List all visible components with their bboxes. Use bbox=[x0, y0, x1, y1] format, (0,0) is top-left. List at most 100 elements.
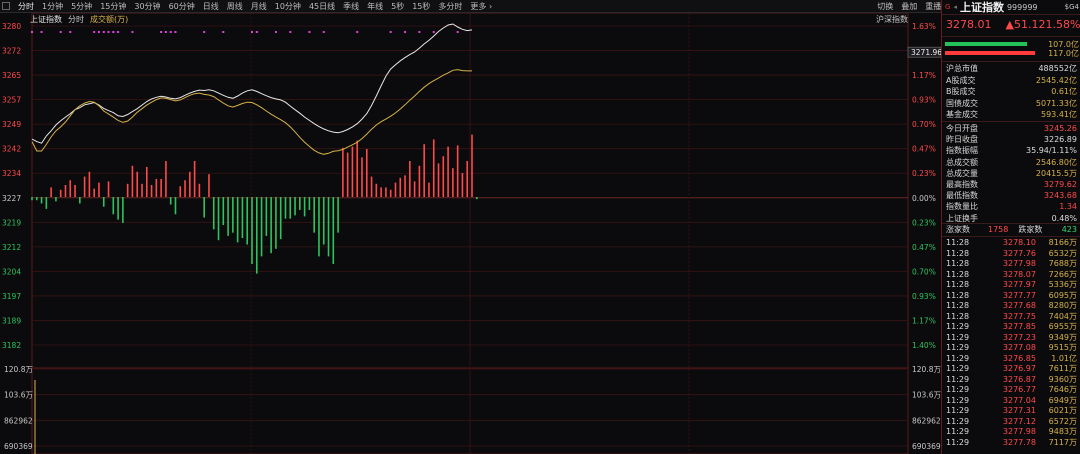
index-name: 上证指数 bbox=[959, 1, 1004, 14]
last-price: 3278.01 bbox=[946, 18, 992, 31]
flow-bar bbox=[945, 51, 1035, 55]
price-tick-label: 3189 bbox=[2, 316, 21, 325]
buy-mark bbox=[31, 31, 33, 33]
stat-row: 今日开盘 3245.26 bbox=[946, 123, 1077, 134]
time-mode-label[interactable]: 分时 bbox=[68, 14, 84, 25]
pct-tick-label: 0.70% bbox=[912, 120, 936, 129]
tick-time: 11:29 bbox=[946, 364, 970, 373]
timeframe-tab[interactable]: 60分钟 bbox=[165, 1, 199, 12]
tick-time: 11:29 bbox=[946, 322, 970, 331]
tick-time: 11:28 bbox=[946, 301, 970, 310]
tick-price: 3277.77 bbox=[1002, 290, 1036, 300]
buy-mark bbox=[203, 31, 206, 33]
tick-row: 11:29 3276.97 7611万 bbox=[946, 364, 1077, 375]
tick-time: 11:29 bbox=[946, 427, 970, 436]
index-name-label: 上证指数 bbox=[30, 15, 62, 24]
stat-label: 总成交额 bbox=[946, 157, 978, 167]
tick-row: 11:29 3277.12 6572万 bbox=[946, 417, 1077, 428]
timeframe-tab[interactable]: 45日线 bbox=[305, 1, 339, 12]
prev-arrow-icon[interactable]: ◂ bbox=[953, 3, 957, 11]
tick-row: 11:29 3277.31 6021万 bbox=[946, 406, 1077, 417]
tick-price: 3277.31 bbox=[1002, 406, 1036, 415]
price-tick-label: 3265 bbox=[2, 71, 21, 80]
pct-tick-label: 0.93% bbox=[912, 96, 936, 105]
price-tick-label: 3242 bbox=[2, 145, 21, 154]
pct-tick-label: 0.47% bbox=[912, 145, 936, 154]
up-count: 1758 bbox=[988, 225, 1009, 234]
compare-index-label[interactable]: 沪深指数 bbox=[876, 15, 908, 25]
trade-ticks[interactable]: 11:28 3278.10 8166万 11:28 3277.76 6532万 11:28 3… bbox=[946, 238, 1077, 448]
volume-tick-label: 120.8万 bbox=[4, 365, 33, 374]
timeframe-tab[interactable]: 周线 bbox=[223, 1, 247, 12]
pct-tick-label: 0.47% bbox=[912, 243, 936, 252]
pct-tick-label: 1.63% bbox=[912, 22, 936, 31]
price-tick-label: 3280 bbox=[2, 22, 21, 31]
stat-row: 基金成交 593.41亿 bbox=[946, 109, 1077, 120]
buy-mark bbox=[356, 31, 359, 33]
tick-row: 11:28 3277.97 5336万 bbox=[946, 280, 1077, 291]
timeframe-tab[interactable]: 分时 bbox=[14, 1, 38, 12]
tick-row: 11:28 3278.10 8166万 bbox=[946, 238, 1077, 249]
stat-label: 上证换手 bbox=[946, 213, 978, 223]
chart-subheader: 上证指数 分时 成交额(万) bbox=[30, 14, 128, 25]
tick-row: 11:28 3277.75 7404万 bbox=[946, 312, 1077, 323]
stat-label: B股成交 bbox=[946, 87, 976, 96]
tick-amount: 7646万 bbox=[1048, 385, 1077, 394]
stat-value: 3245.26 bbox=[1043, 124, 1077, 133]
stat-value: 2545.42亿 bbox=[1035, 75, 1077, 85]
flow-bar bbox=[945, 42, 1027, 46]
buy-mark bbox=[418, 31, 421, 33]
tick-amount: 9349万 bbox=[1048, 332, 1077, 342]
timeframe-tab[interactable]: 10分钟 bbox=[271, 1, 305, 12]
tick-price: 3277.78 bbox=[1002, 437, 1036, 447]
timeframe-tab[interactable]: 多分时 bbox=[434, 1, 466, 12]
tick-row: 11:29 3277.78 7117万 bbox=[946, 438, 1077, 449]
timeframe-tab[interactable]: 15秒 bbox=[408, 1, 434, 12]
stat-value: 35.94/1.11% bbox=[1025, 146, 1077, 156]
tick-time: 11:29 bbox=[946, 332, 970, 342]
stat-row: A股成交 2545.42亿 bbox=[946, 75, 1077, 86]
timeframe-tab[interactable]: 月线 bbox=[247, 1, 271, 12]
stat-value: 3226.89 bbox=[1043, 135, 1077, 145]
toolbar-action-button[interactable]: 切换 bbox=[873, 1, 897, 12]
index-code: 999999 bbox=[1006, 2, 1038, 12]
pct-tick-label: 0.23% bbox=[912, 169, 936, 178]
tick-time: 11:29 bbox=[946, 374, 970, 384]
price-tick-label: 3257 bbox=[2, 96, 21, 105]
tick-amount: 8280万 bbox=[1048, 301, 1077, 310]
tick-amount: 6949万 bbox=[1048, 395, 1077, 405]
timeframe-tab[interactable]: 日线 bbox=[199, 1, 223, 12]
stat-value: 3279.62 bbox=[1043, 180, 1077, 189]
stat-label: 沪总市值 bbox=[946, 64, 978, 73]
stat-label: A股成交 bbox=[946, 75, 976, 85]
tick-row: 11:28 3277.76 6532万 bbox=[946, 249, 1077, 260]
price-line bbox=[31, 23, 473, 144]
buy-mark bbox=[251, 31, 253, 33]
timeframe-tab[interactable]: 更多 › bbox=[466, 1, 496, 12]
timeframe-tab[interactable]: 15分钟 bbox=[96, 1, 130, 12]
stat-row: 国债成交 5071.33亿 bbox=[946, 98, 1077, 109]
timeframe-tab[interactable]: 5秒 bbox=[387, 1, 408, 12]
tick-amount: 8166万 bbox=[1048, 238, 1077, 247]
intraday-chart[interactable]: 3280 1.63% 3272 1.40% 3265 1.17% 3257 0.93% 3249… bbox=[0, 0, 941, 454]
buy-mark bbox=[274, 31, 277, 33]
toolbar-action-button[interactable]: 叠加 bbox=[897, 1, 921, 12]
tick-price: 3277.08 bbox=[1002, 343, 1036, 352]
tick-time: 11:29 bbox=[946, 395, 970, 405]
tick-amount: 6572万 bbox=[1048, 416, 1077, 426]
timeframe-tab[interactable]: 年线 bbox=[363, 1, 387, 12]
timeframe-tab[interactable]: 1分钟 bbox=[38, 1, 67, 12]
flow-bar-value: 107.0亿 bbox=[1048, 40, 1079, 49]
timeframe-tab[interactable]: 季线 bbox=[339, 1, 363, 12]
tick-row: 11:28 3277.77 6095万 bbox=[946, 291, 1077, 302]
stat-row: 最高指数 3279.62 bbox=[946, 179, 1077, 190]
buy-mark bbox=[164, 31, 167, 33]
top-toolbar: 分时 1分钟 5分钟 15分钟 30分钟 60分钟 日线 周线 月线 10分钟 45日线 季线 年线 5秒… bbox=[0, 0, 1080, 13]
timeframe-tab[interactable]: 5分钟 bbox=[67, 1, 96, 12]
price-tick-label: 3234 bbox=[2, 169, 21, 178]
layout-square-icon[interactable] bbox=[2, 2, 10, 10]
stat-value: 488552亿 bbox=[1038, 64, 1077, 73]
panel-quote: 3278.01 ▲51.12 1.58% bbox=[946, 18, 1080, 31]
timeframe-tab[interactable]: 30分钟 bbox=[130, 1, 164, 12]
tick-row: 11:28 3277.98 7688万 bbox=[946, 259, 1077, 270]
